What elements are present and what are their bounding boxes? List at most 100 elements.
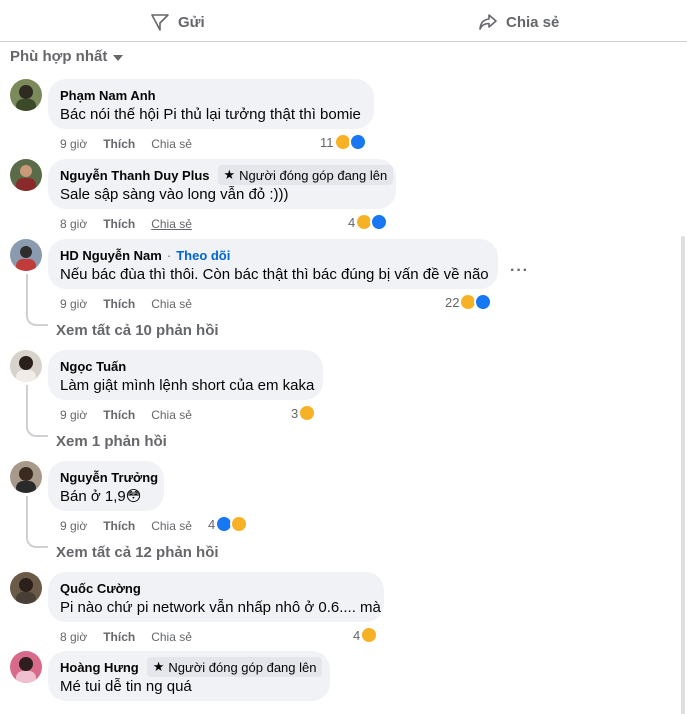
share-link[interactable]: Chia sẻ (151, 519, 192, 533)
comment-text: Sale sập sàng vào long vẫn đỏ :))) (60, 186, 289, 203)
like-button[interactable]: Thích (103, 137, 135, 151)
badge-label: Người đóng góp đang lên (239, 167, 388, 183)
comment-text: Làm giật mình lệnh short của em kaka (60, 377, 315, 394)
view-replies-link[interactable]: Xem 1 phản hồi (56, 433, 167, 450)
comment-time[interactable]: 9 giờ (60, 408, 87, 422)
avatar[interactable] (10, 79, 42, 111)
reaction-summary[interactable]: 4 (353, 625, 379, 645)
view-replies-link[interactable]: Xem tất cả 12 phản hồi (56, 544, 219, 561)
reaction-summary[interactable]: 11 (320, 132, 367, 152)
reaction-count: 4 (348, 214, 356, 230)
comment-time[interactable]: 9 giờ (60, 297, 87, 311)
like-button[interactable]: Thích (103, 630, 135, 644)
star-icon: ★ (223, 167, 236, 182)
follow-button[interactable]: Theo dõi (176, 248, 230, 263)
more-options-icon[interactable]: ··· (510, 262, 529, 280)
reaction-count: 3 (291, 405, 299, 421)
comment-author[interactable]: Hoàng Hưng (60, 660, 139, 675)
comment-author[interactable]: Phạm Nam Anh (60, 88, 156, 103)
reaction-summary[interactable]: 3 (291, 403, 317, 423)
thread-elbow (26, 536, 48, 548)
avatar[interactable] (10, 651, 42, 683)
send-icon (150, 12, 170, 32)
reaction-count: 4 (353, 627, 361, 643)
haha-icon (230, 515, 249, 533)
comment-time[interactable]: 8 giờ (60, 217, 87, 231)
scrollbar[interactable] (681, 236, 685, 714)
comment-text: Bán ở 1,9😳 (60, 487, 152, 507)
comment-text-body: Bán ở 1,9 (60, 488, 126, 505)
comment-sort-dropdown[interactable]: Phù hợp nhất (10, 48, 124, 65)
view-replies-link[interactable]: Xem tất cả 10 phản hồi (56, 322, 219, 339)
reaction-count: 22 (445, 294, 460, 310)
comment-text: Bác nói thế hội Pi thủ lại tưởng thật th… (60, 106, 361, 123)
comment-time[interactable]: 9 giờ (60, 519, 87, 533)
haha-icon (360, 626, 379, 644)
comment-author[interactable]: Ngọc Tuấn (60, 359, 126, 374)
thread-line (26, 496, 28, 536)
avatar[interactable] (10, 159, 42, 191)
comment-author[interactable]: Nguyễn Thanh Duy Plus (60, 168, 210, 183)
share-icon (478, 12, 498, 32)
reaction-summary[interactable]: 4 (348, 212, 389, 232)
comment-time[interactable]: 9 giờ (60, 137, 87, 151)
comment-text: Mé tui dễ tin ng quá (60, 678, 192, 695)
comment-bubble: Ngọc Tuấn Làm giật mình lệnh short của e… (48, 350, 323, 400)
badge-label: Người đóng góp đang lên (168, 659, 317, 675)
comment-text: Pi nào chứ pi network vẫn nhấp nhô ở 0.6… (60, 599, 381, 616)
comment-bubble: Nguyễn Thanh Duy Plus ★ Người đóng góp đ… (48, 159, 396, 209)
comment-meta: 8 giờ Thích Chia sẻ (60, 217, 192, 231)
like-button[interactable]: Thích (103, 519, 135, 533)
avatar[interactable] (10, 350, 42, 382)
reaction-summary[interactable]: 4 (208, 514, 249, 534)
share-link[interactable]: Chia sẻ (151, 630, 192, 644)
comment-meta: 9 giờ Thích Chia sẻ (60, 408, 192, 422)
comment-meta: 9 giờ Thích Chia sẻ (60, 137, 192, 151)
avatar[interactable] (10, 461, 42, 493)
share-label: Chia sẻ (506, 13, 560, 31)
comment-bubble: Quốc Cường Pi nào chứ pi network vẫn nhấ… (48, 572, 384, 622)
post-action-bar: Gửi Chia sẻ (0, 0, 687, 42)
sort-label: Phù hợp nhất (10, 48, 108, 65)
flushed-emoji: 😳 (125, 488, 142, 505)
contributor-badge: ★ Người đóng góp đang lên (146, 657, 323, 677)
thread-line (26, 385, 28, 425)
comment-bubble: Phạm Nam Anh Bác nói thế hội Pi thủ lại … (48, 79, 374, 129)
like-icon (370, 213, 389, 231)
send-button[interactable]: Gửi (150, 8, 205, 36)
comment-time[interactable]: 8 giờ (60, 630, 87, 644)
like-button[interactable]: Thích (103, 408, 135, 422)
comment-meta: 8 giờ Thích Chia sẻ (60, 630, 192, 644)
comment-author[interactable]: HD Nguyễn Nam (60, 248, 162, 263)
share-link[interactable]: Chia sẻ (151, 408, 192, 422)
avatar[interactable] (10, 239, 42, 271)
comment-bubble: Nguyễn Trưởng Bán ở 1,9😳 (48, 461, 164, 511)
thread-line (26, 274, 28, 314)
like-button[interactable]: Thích (103, 217, 135, 231)
like-icon (474, 293, 493, 311)
share-button[interactable]: Chia sẻ (478, 8, 559, 36)
separator-dot: · (166, 247, 172, 263)
reaction-count: 11 (320, 134, 334, 150)
caret-down-icon (113, 54, 124, 61)
share-link[interactable]: Chia sẻ (151, 137, 192, 151)
comment-text: Nếu bác đùa thì thôi. Còn bác thật thì b… (60, 266, 489, 283)
send-label: Gửi (178, 13, 205, 31)
like-icon (348, 133, 367, 151)
comment-author[interactable]: Nguyễn Trưởng (60, 470, 158, 485)
avatar[interactable] (10, 572, 42, 604)
contributor-badge: ★ Người đóng góp đang lên (217, 165, 394, 185)
comment-meta: 9 giờ Thích Chia sẻ (60, 297, 192, 311)
share-link[interactable]: Chia sẻ (151, 297, 192, 311)
haha-icon (298, 404, 317, 422)
comment-bubble: Hoàng Hưng ★ Người đóng góp đang lên Mé … (48, 651, 330, 701)
share-link[interactable]: Chia sẻ (151, 217, 192, 231)
comment-meta: 9 giờ Thích Chia sẻ (60, 519, 192, 533)
like-button[interactable]: Thích (103, 297, 135, 311)
comment-bubble: HD Nguyễn Nam · Theo dõi Nếu bác đùa thì… (48, 239, 498, 289)
reaction-summary[interactable]: 22 (445, 292, 493, 312)
reaction-count: 4 (208, 516, 216, 532)
thread-elbow (26, 314, 48, 326)
star-icon: ★ (152, 659, 165, 674)
comment-author[interactable]: Quốc Cường (60, 581, 141, 596)
